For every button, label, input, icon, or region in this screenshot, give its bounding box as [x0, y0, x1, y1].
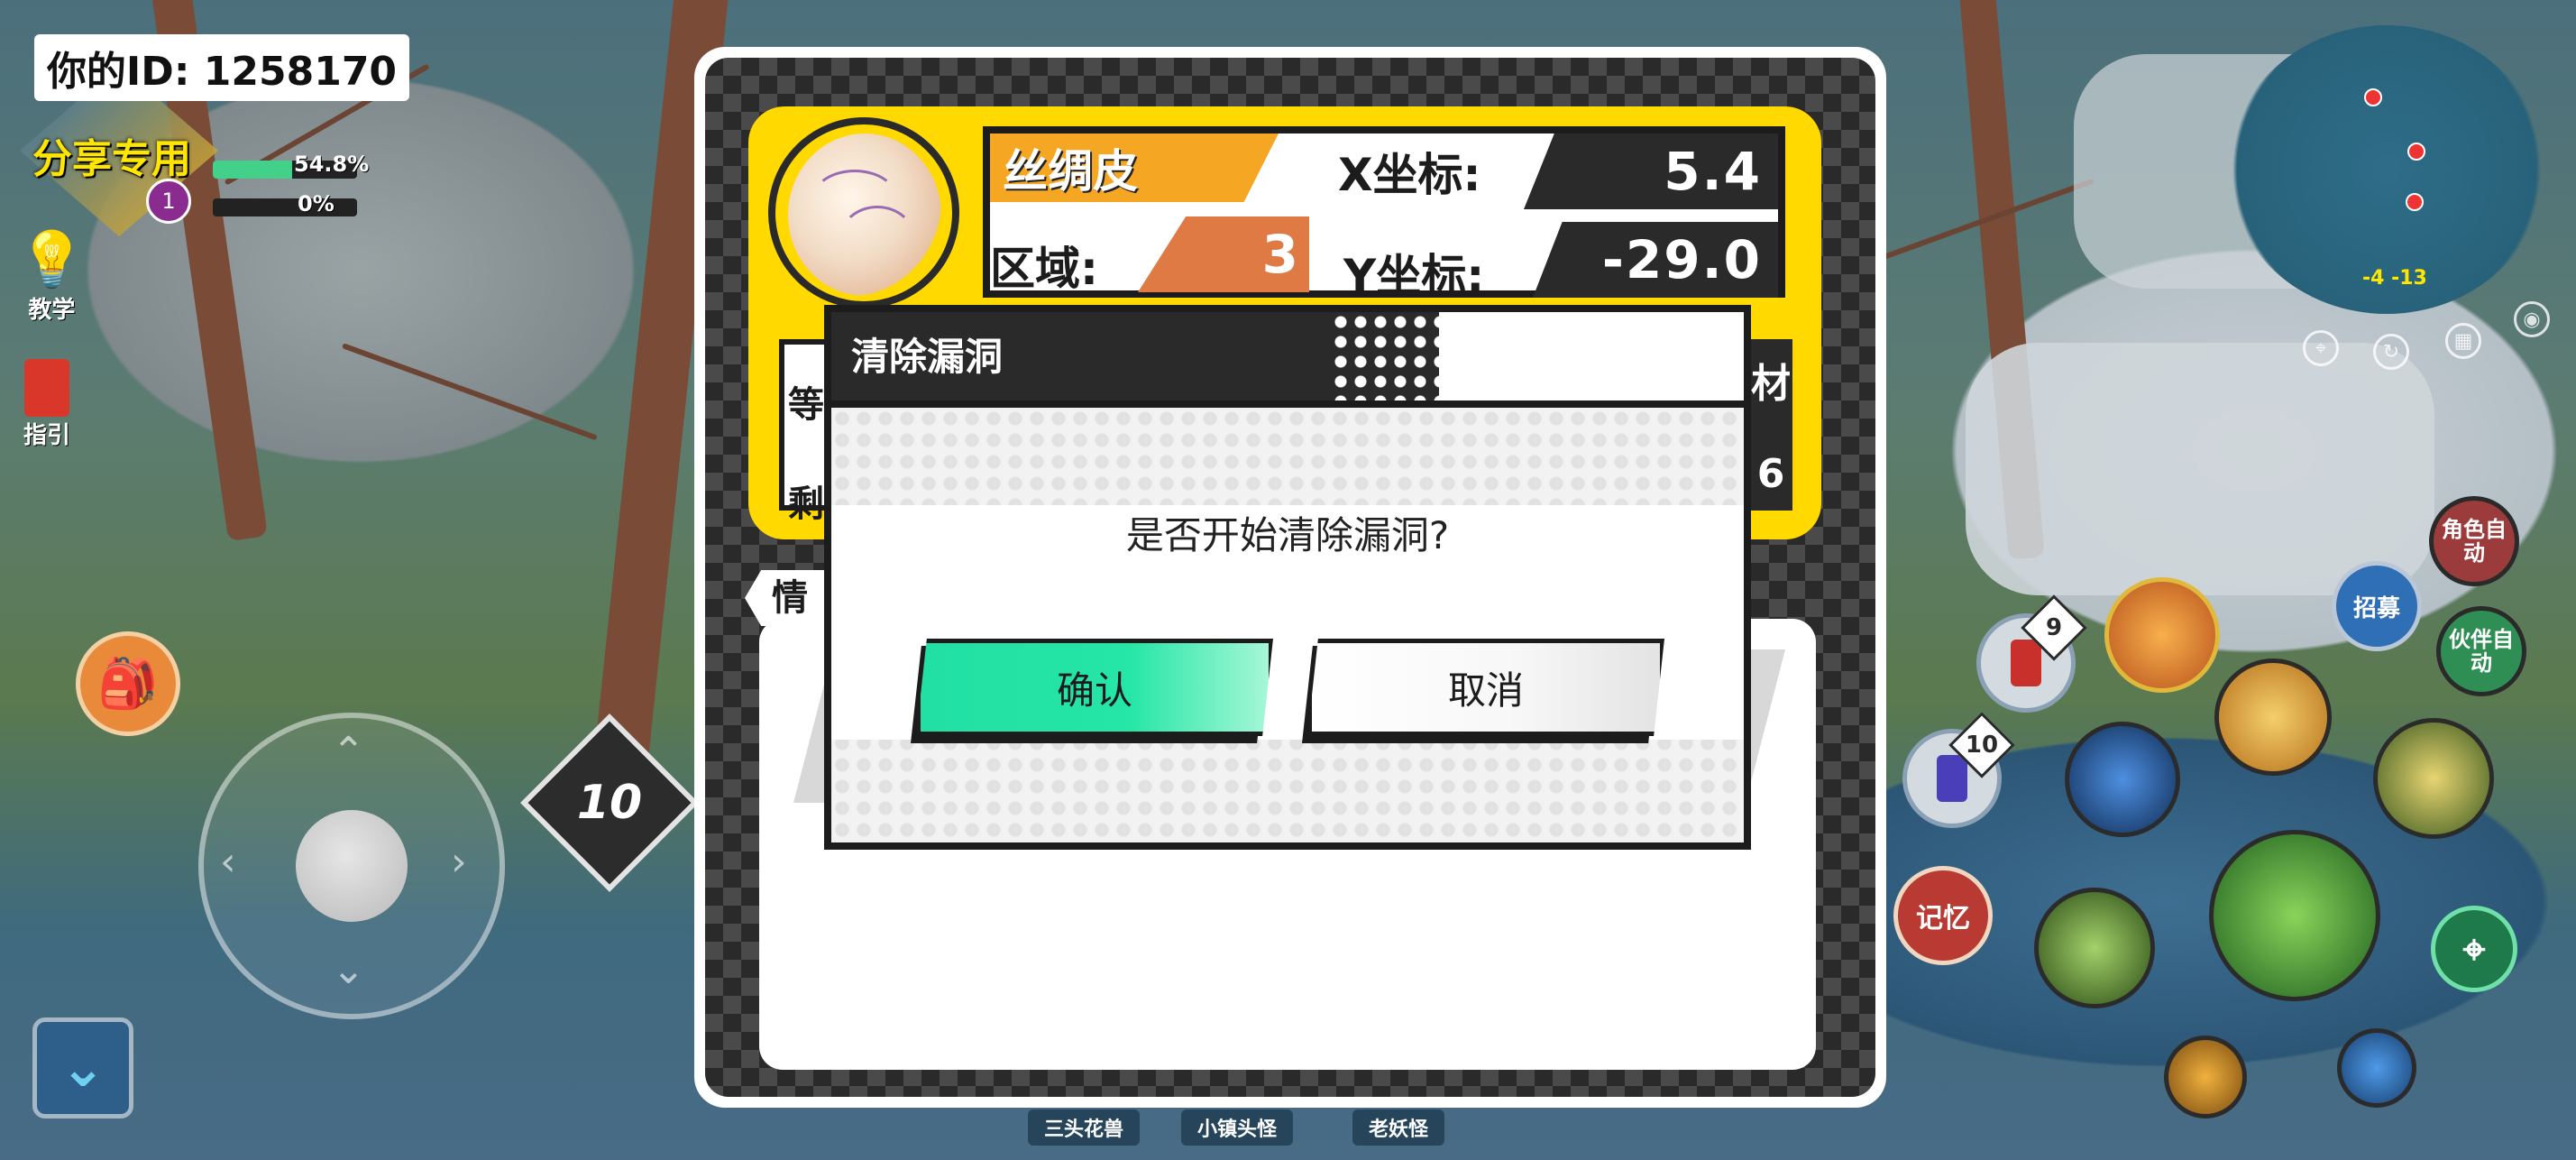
location-pin-icon[interactable]: ⌖: [2303, 330, 2339, 366]
player-id-label: 你的ID: 1258170: [34, 34, 409, 101]
joystick-down-icon: ⌄: [332, 947, 365, 993]
red-potion-count: 9: [2045, 614, 2063, 641]
second-bar: [213, 198, 357, 216]
rock: [1966, 343, 2434, 595]
memory-button[interactable]: 记忆: [1893, 866, 1993, 965]
exp-percent: 54.8%: [294, 152, 370, 177]
skill-slot-2[interactable]: [2214, 658, 2332, 776]
dash-button[interactable]: [2337, 1028, 2416, 1108]
tutorial-button[interactable]: 💡 教学: [18, 227, 86, 325]
dialog-header-accent: [1439, 312, 1744, 400]
role-auto-button[interactable]: 角色自动: [2429, 496, 2519, 586]
y-coord-value: -29.0: [1533, 222, 1778, 298]
collapse-button[interactable]: ⌄: [32, 1017, 133, 1119]
dialog-header-dots: [1331, 312, 1452, 400]
player-level-badge: 1: [146, 179, 191, 224]
stats-row-value-1: 材: [1751, 361, 1791, 407]
guide-button[interactable]: 指引: [23, 359, 70, 450]
joystick-knob[interactable]: [296, 810, 408, 922]
skill-slot-3[interactable]: [2065, 722, 2180, 837]
confirm-button-label: 确认: [1056, 667, 1132, 713]
summon-button[interactable]: 招募: [2332, 561, 2422, 651]
branch: [341, 343, 598, 441]
region-label: 区域:: [990, 243, 1098, 295]
minimap-coords: -4 -13: [2362, 267, 2427, 290]
backpack-button[interactable]: 🎒: [76, 631, 180, 736]
item-name: 丝绸皮: [990, 133, 1279, 202]
lightbulb-icon: 💡: [18, 228, 86, 291]
crosshair-icon: ⌖: [2462, 925, 2486, 972]
map-marker: [2407, 143, 2425, 161]
dialog-title: 清除漏洞: [851, 335, 1004, 379]
x-coord-value: 5.4: [1524, 133, 1778, 209]
stats-row-label-2: 剩: [788, 483, 824, 525]
map-marker: [2406, 193, 2424, 211]
partner-auto-button[interactable]: 伙伴自动: [2436, 606, 2526, 696]
blue-potion-count: 10: [1965, 732, 1999, 759]
stats-row-label-1: 等: [788, 384, 824, 426]
tutorial-label: 教学: [28, 297, 76, 324]
guide-label: 指引: [23, 422, 71, 449]
y-coord-label: Y坐标:: [1343, 250, 1485, 302]
summon-label: 招募: [2352, 594, 2400, 622]
portrait-vein: [839, 206, 916, 274]
cancel-button-label: 取消: [1447, 667, 1524, 713]
share-label: 分享专用: [32, 136, 191, 182]
map-fold-icon[interactable]: ▦: [2445, 323, 2481, 359]
map-marker: [2364, 88, 2382, 106]
skill-slot-1[interactable]: [2104, 577, 2220, 693]
dialog-message: 是否开始清除漏洞?: [1125, 513, 1450, 557]
stats-row-right: 材 6: [1749, 339, 1792, 511]
joystick-right-icon: ›: [451, 839, 467, 885]
skill-slot-4[interactable]: [2373, 718, 2494, 839]
x-coord-label: X坐标:: [1338, 149, 1481, 201]
stats-row-left: 等 剩: [779, 339, 830, 525]
bottom-tab-2[interactable]: 小镇头怪: [1181, 1109, 1294, 1146]
document-icon: [24, 359, 69, 417]
joystick-up-icon: ⌃: [332, 729, 365, 775]
backpack-icon: 🎒: [97, 655, 159, 712]
memory-label: 记忆: [1916, 903, 1970, 934]
role-auto-label: 角色自动: [2442, 517, 2507, 566]
partner-auto-label: 伙伴自动: [2449, 627, 2514, 676]
confirm-button[interactable]: 确认: [916, 639, 1273, 736]
chevron-down-icon: ⌄: [60, 1036, 106, 1100]
skill-slot-6[interactable]: [2164, 1036, 2247, 1119]
joystick-left-icon: ‹: [220, 839, 236, 885]
stage-level-number: 10: [576, 776, 643, 830]
second-percent: 0%: [298, 191, 335, 216]
item-portrait: [768, 117, 959, 308]
bottom-tab-3[interactable]: 老妖怪: [1352, 1109, 1445, 1146]
cancel-button[interactable]: 取消: [1307, 639, 1664, 736]
bottom-tab-1[interactable]: 三头花兽: [1028, 1109, 1141, 1146]
eye-hidden-icon[interactable]: ◉: [2514, 301, 2550, 337]
skill-slot-5[interactable]: [2034, 888, 2155, 1008]
stats-row-value-2: 6: [1756, 451, 1785, 497]
refresh-icon[interactable]: ↻: [2373, 334, 2409, 370]
target-lock-button[interactable]: ⌖: [2431, 906, 2517, 992]
attack-button[interactable]: [2209, 830, 2380, 1001]
exp-bar-fill: [213, 161, 292, 179]
